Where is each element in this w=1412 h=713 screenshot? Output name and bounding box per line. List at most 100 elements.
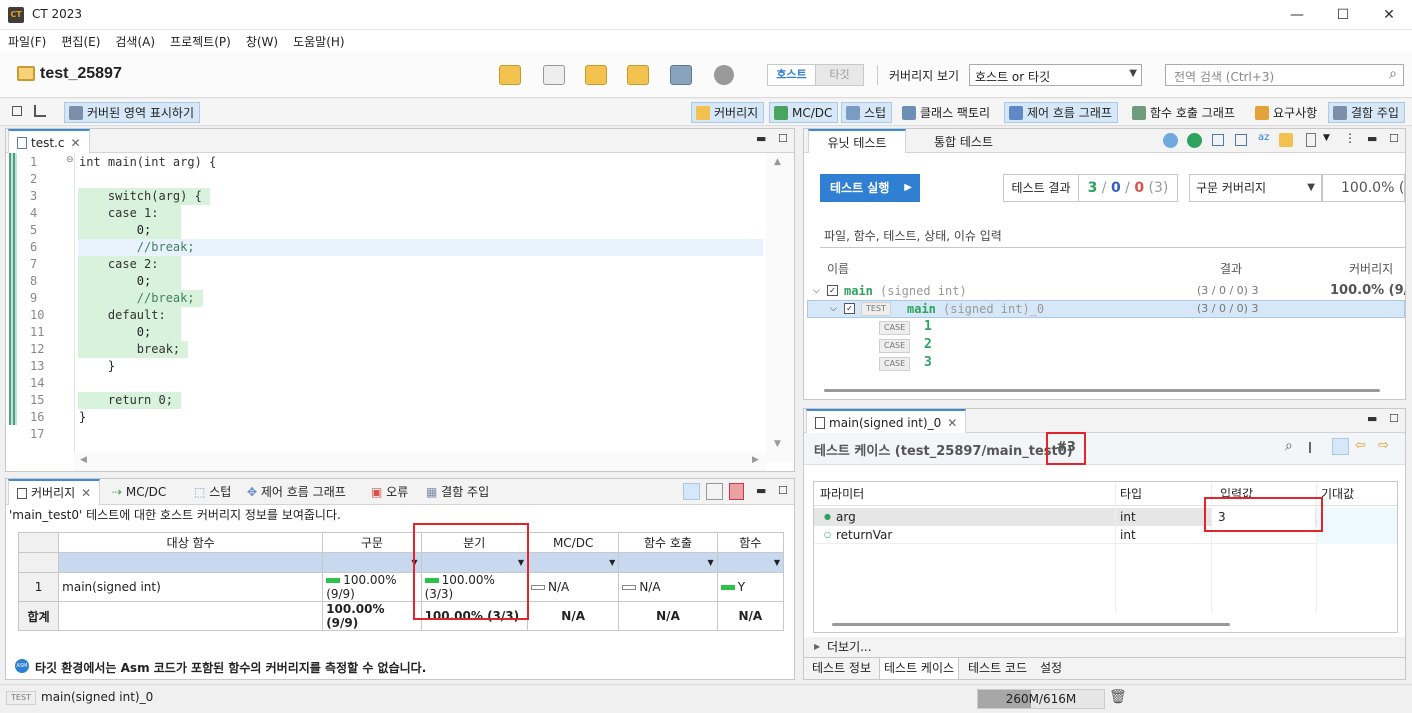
col-expected[interactable]: 기대값 bbox=[1321, 482, 1354, 506]
code-line[interactable]: 12 break; bbox=[6, 341, 766, 358]
minimize-icon[interactable]: ▬ bbox=[1367, 132, 1377, 145]
code-area[interactable]: 1 int main(int arg) {2 3 switch(arg) {4 ca… bbox=[6, 154, 766, 443]
tree-row-case[interactable]: CASE 2 bbox=[807, 336, 1405, 354]
collapse-all-icon[interactable] bbox=[1235, 134, 1247, 146]
view-menu-icon[interactable] bbox=[1306, 133, 1316, 147]
maximize-icon[interactable]: ☐ bbox=[1389, 132, 1399, 145]
code-line[interactable]: 16} bbox=[6, 409, 766, 426]
tab-stub[interactable]: ⬚ 스텁 bbox=[186, 480, 239, 506]
new-file-icon[interactable] bbox=[543, 65, 565, 85]
gear-icon[interactable] bbox=[714, 65, 734, 85]
requirements-button[interactable]: 요구사항 bbox=[1250, 102, 1323, 123]
maximize-button[interactable]: ☐ bbox=[1320, 0, 1366, 30]
maximize-icon[interactable]: ☐ bbox=[1389, 412, 1399, 425]
report-icon[interactable] bbox=[729, 483, 744, 500]
global-search-input[interactable]: 전역 검색 (Ctrl+3) ⌕ bbox=[1165, 64, 1404, 86]
close-button[interactable]: ✕ bbox=[1366, 0, 1412, 30]
fault-injection-button[interactable]: 결함 주입 bbox=[1328, 102, 1405, 123]
coverage-type-select[interactable]: 구문 커버리지 ▼ bbox=[1189, 174, 1322, 202]
coverage-view-button[interactable]: 커버리지 bbox=[691, 102, 765, 123]
tab-errors[interactable]: ▣ 오류 bbox=[363, 480, 416, 506]
search-icon[interactable]: ⌕ bbox=[1389, 66, 1397, 82]
col-result[interactable]: 결과 bbox=[1220, 259, 1242, 279]
tab-fault-injection[interactable]: ▦ 결함 주입 bbox=[418, 480, 497, 506]
filter-dropdown-icon[interactable]: ▼ bbox=[716, 552, 785, 573]
export-icon[interactable] bbox=[627, 65, 649, 85]
tree-row-case[interactable]: CASE 3 bbox=[807, 354, 1405, 372]
stub-button[interactable]: 스텁 bbox=[841, 102, 893, 123]
checkbox[interactable]: ✓ bbox=[827, 285, 838, 296]
expand-all-icon[interactable] bbox=[1212, 134, 1224, 146]
project-settings-icon[interactable] bbox=[670, 65, 692, 85]
menu-file[interactable]: 파일(F) bbox=[0, 30, 53, 50]
table-row[interactable]: 1 main(signed int) 100.00% (9/9) 100.00%… bbox=[17, 572, 785, 602]
minimize-icon[interactable]: ▬ bbox=[756, 484, 766, 497]
tab-test-case[interactable]: 테스트 케이스 bbox=[879, 658, 960, 680]
col-function-call[interactable]: 함수 호출 bbox=[618, 532, 718, 553]
sort-icon[interactable]: az bbox=[1258, 132, 1269, 143]
tab-test-c[interactable]: test.c ✕ bbox=[8, 129, 90, 153]
run-test-button[interactable]: 테스트 실행 ▶ bbox=[820, 174, 920, 202]
col-target-function[interactable]: 대상 함수 bbox=[58, 532, 324, 553]
menu-window[interactable]: 창(W) bbox=[238, 30, 285, 50]
view-mode-icon[interactable] bbox=[683, 483, 700, 500]
expected-value-field[interactable] bbox=[1316, 508, 1397, 526]
arrow-left-icon[interactable]: ⇦ bbox=[1355, 438, 1366, 453]
minimize-button[interactable]: — bbox=[1274, 0, 1320, 30]
maximize-icon[interactable]: ☐ bbox=[778, 484, 788, 497]
tree-row-function[interactable]: ⌵ ✓ main (signed int) (3 / 0 / 0) 3 100.… bbox=[807, 282, 1405, 300]
code-line[interactable]: 9 //break; bbox=[6, 290, 766, 307]
vertical-scrollbar[interactable]: ▲ ▼ bbox=[766, 153, 794, 463]
menu-help[interactable]: 도움말(H) bbox=[285, 30, 352, 50]
mcdc-button[interactable]: MC/DC bbox=[769, 102, 839, 123]
minimize-icon[interactable]: ▬ bbox=[1367, 412, 1377, 425]
tab-unit-test[interactable]: 유닛 테스트 bbox=[808, 129, 906, 153]
menu-search[interactable]: 검색(A) bbox=[107, 30, 162, 50]
maximize-icon[interactable]: ☐ bbox=[778, 132, 788, 145]
tab-mcdc[interactable]: ⇢ MC/DC bbox=[104, 480, 174, 506]
code-line[interactable]: 7 case 2: bbox=[6, 256, 766, 273]
close-tab-icon[interactable]: ✕ bbox=[947, 416, 957, 430]
mode-target-button[interactable]: 타깃 bbox=[815, 64, 864, 86]
code-line[interactable]: 11 0; bbox=[6, 324, 766, 341]
menu-project[interactable]: 프로젝트(P) bbox=[162, 30, 238, 50]
chevron-down-icon[interactable]: ▼ bbox=[1323, 133, 1330, 143]
mode-host-button[interactable]: 호스트 bbox=[767, 64, 816, 86]
refresh-icon[interactable] bbox=[1163, 133, 1178, 148]
filter-cell[interactable] bbox=[58, 552, 324, 573]
horizontal-scrollbar[interactable] bbox=[832, 623, 1230, 626]
close-tab-icon[interactable]: ✕ bbox=[70, 136, 80, 150]
code-line[interactable]: 15 return 0; bbox=[6, 392, 766, 409]
menu-edit[interactable]: 편집(E) bbox=[53, 30, 107, 50]
call-graph-button[interactable]: 함수 호출 그래프 bbox=[1127, 102, 1241, 123]
minimize-icon[interactable]: ▬ bbox=[756, 132, 766, 145]
arrow-right-icon[interactable]: ⇨ bbox=[1378, 438, 1389, 453]
new-project-icon[interactable] bbox=[499, 65, 521, 85]
code-line[interactable]: 8 0; bbox=[6, 273, 766, 290]
tab-test-code[interactable]: 테스트 코드 bbox=[964, 658, 1031, 680]
tree-view-icon[interactable] bbox=[1309, 442, 1321, 453]
checkbox[interactable]: ✓ bbox=[844, 303, 855, 314]
tab-coverage[interactable]: 커버리지 ✕ bbox=[8, 479, 101, 505]
list-view-icon[interactable] bbox=[1332, 438, 1349, 455]
tab-control-flow[interactable]: ✥ 제어 흐름 그래프 bbox=[239, 480, 354, 506]
filter-dropdown-icon[interactable]: ▼ bbox=[618, 552, 718, 573]
tab-integration-test[interactable]: 통합 테스트 bbox=[926, 130, 1001, 156]
coverage-view-select[interactable]: 호스트 or 타깃 ▼ bbox=[969, 64, 1142, 86]
col-statement[interactable]: 구문 bbox=[322, 532, 422, 553]
collapse-icon[interactable] bbox=[12, 106, 22, 116]
col-name[interactable]: 이름 bbox=[827, 259, 849, 279]
more-icon[interactable]: ⋮ bbox=[1344, 131, 1356, 145]
code-line[interactable]: 1 int main(int arg) { bbox=[6, 154, 766, 171]
chevron-down-icon[interactable]: ⌵ bbox=[830, 301, 837, 317]
filter-dropdown-icon[interactable]: ▼ bbox=[322, 552, 422, 573]
scroll-up-icon[interactable]: ▲ bbox=[774, 157, 781, 167]
scroll-down-icon[interactable]: ▼ bbox=[774, 439, 781, 449]
horizontal-scrollbar[interactable] bbox=[824, 389, 1380, 392]
close-tab-icon[interactable]: ✕ bbox=[81, 486, 91, 500]
trash-icon[interactable]: 🗑 bbox=[1109, 689, 1127, 705]
filter-icon[interactable] bbox=[1279, 133, 1293, 147]
import-icon[interactable] bbox=[585, 65, 607, 85]
search-icon[interactable]: ⌕ bbox=[1285, 438, 1293, 454]
check-icon[interactable] bbox=[1187, 133, 1202, 148]
